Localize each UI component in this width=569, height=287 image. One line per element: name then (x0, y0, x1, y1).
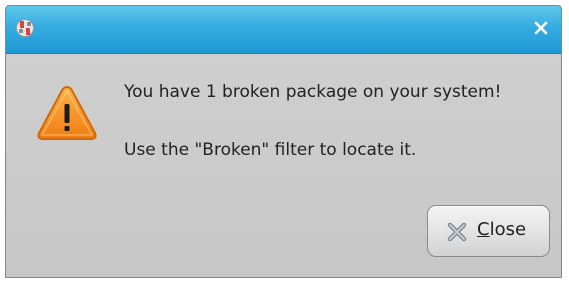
message-line-2: Use the "Broken" filter to locate it. (124, 140, 417, 160)
title-bar[interactable] (6, 6, 561, 54)
close-button-mnemonic: C (477, 219, 490, 240)
close-icon[interactable] (530, 17, 552, 39)
close-x-icon (447, 222, 467, 242)
close-button-label-rest: lose (489, 219, 527, 240)
message-line-1: You have 1 broken package on your system… (124, 82, 502, 102)
close-button[interactable]: Close (427, 205, 550, 257)
close-button-label: Close (477, 219, 526, 240)
warning-icon (37, 85, 97, 140)
package-manager-icon (16, 19, 34, 37)
dialog-body: You have 1 broken package on your system… (6, 54, 561, 277)
dialog-window: You have 1 broken package on your system… (5, 5, 562, 278)
